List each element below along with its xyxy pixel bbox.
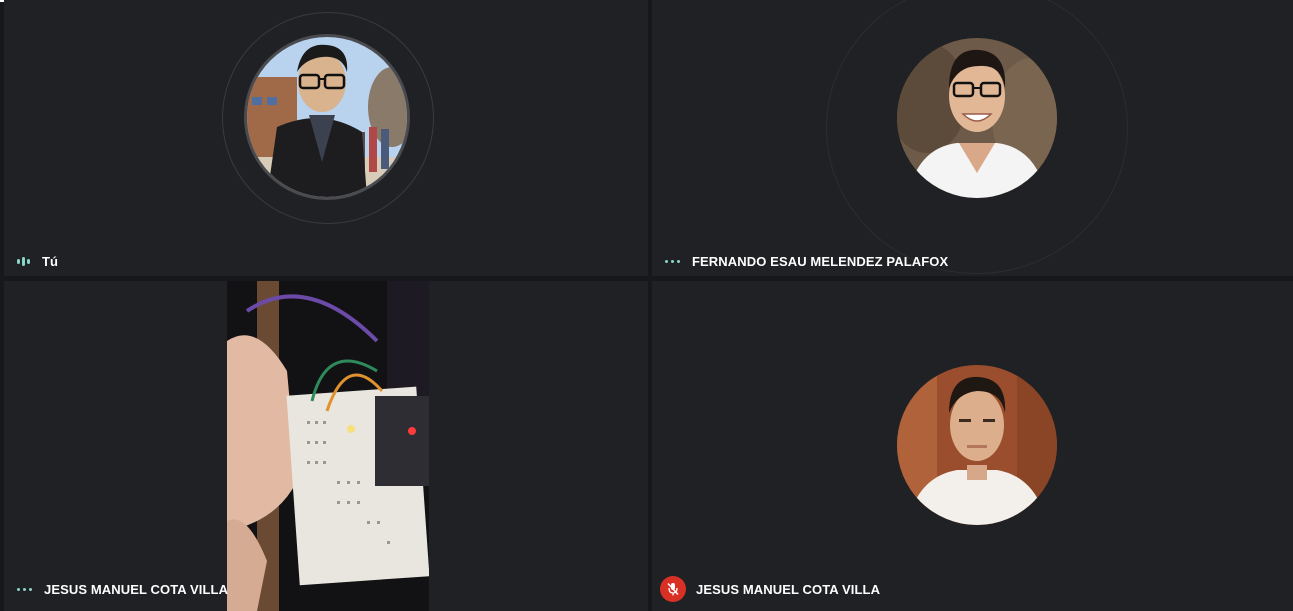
more-dots-icon <box>17 588 32 591</box>
camera-video-feed <box>227 281 429 611</box>
participant-name: JESUS MANUEL COTA VILLA <box>696 581 881 597</box>
more-dots-icon <box>665 260 680 263</box>
avatar-photo <box>897 365 1057 525</box>
avatar-photo <box>897 38 1057 198</box>
video-frame <box>227 281 429 611</box>
audio-level-icon <box>17 257 30 266</box>
participant-nameplate: JESUS MANUEL COTA VILLA <box>660 576 880 602</box>
participant-nameplate: Tú <box>17 254 58 269</box>
avatar <box>897 365 1057 525</box>
participant-name: FERNANDO ESAU MELENDEZ PALAFOX <box>692 254 949 269</box>
mic-off-icon <box>660 576 686 602</box>
avatar-photo <box>247 37 407 197</box>
participant-tile[interactable]: JESUS MANUEL COTA VILLA <box>652 281 1293 611</box>
participant-nameplate: JESUS MANUEL COTA VILLA <box>17 582 228 597</box>
participant-nameplate: FERNANDO ESAU MELENDEZ PALAFOX <box>665 254 948 269</box>
participant-tile-video[interactable]: JESUS MANUEL COTA VILLA <box>4 281 648 611</box>
participant-tile-self[interactable]: Tú <box>4 0 648 276</box>
participant-name: Tú <box>42 254 59 269</box>
participant-name: JESUS MANUEL COTA VILLA <box>44 582 229 597</box>
meeting-grid: Tú FERNANDO ESAU MELENDEZ PALAFOX JESUS … <box>0 0 1293 611</box>
avatar <box>897 38 1057 198</box>
participant-tile[interactable]: FERNANDO ESAU MELENDEZ PALAFOX <box>652 0 1293 276</box>
avatar <box>244 34 410 200</box>
